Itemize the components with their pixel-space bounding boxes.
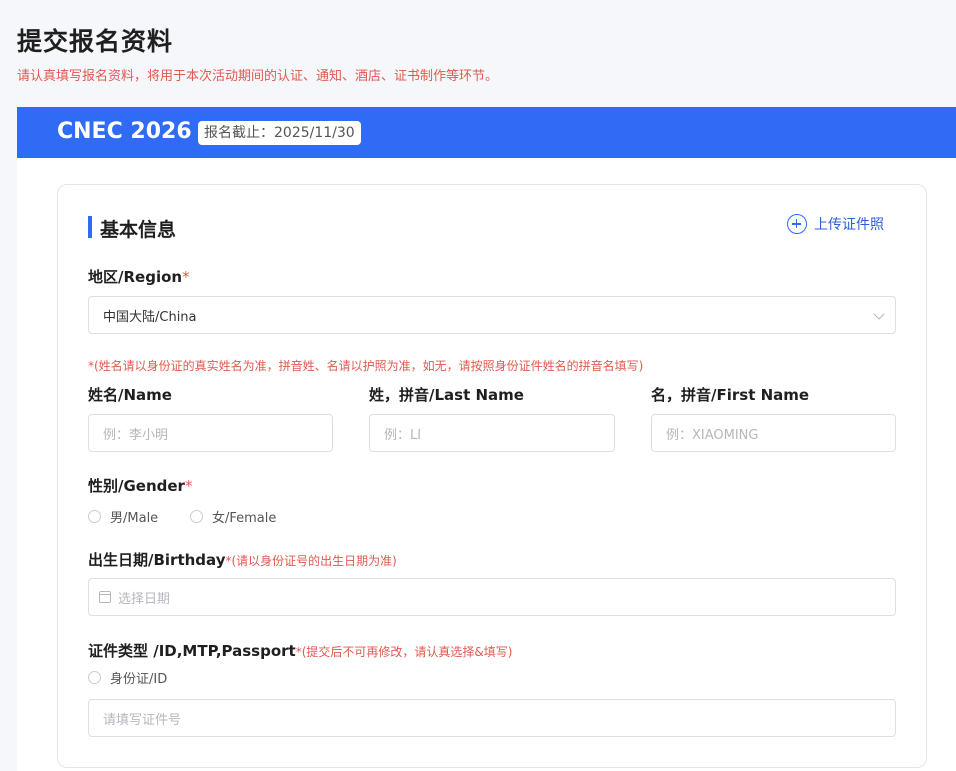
id-type-hint: *(提交后不可再修改，请认真选择&填写): [295, 645, 513, 659]
full-name-input[interactable]: 例：李小明: [88, 414, 333, 452]
birthday-hint: *(请以身份证号的出生日期为准): [225, 554, 397, 568]
id-type-label-text: 证件类型 /ID,MTP,Passport: [88, 642, 296, 660]
region-label-text: 地区/Region: [88, 268, 183, 286]
first-name-label: 名，拼音/First Name: [651, 386, 810, 404]
upload-photo-label: 上传证件照: [814, 217, 884, 233]
region-select[interactable]: 中国大陆/China: [88, 296, 896, 334]
gender-label-text: 性别/Gender: [88, 477, 185, 495]
birthday-date-picker[interactable]: 选择日期: [88, 578, 896, 616]
last-name-label: 姓，拼音/Last Name: [369, 386, 524, 404]
gender-male-radio[interactable]: 男/Male: [88, 507, 158, 526]
region-label: 地区/Region*: [88, 266, 190, 287]
gender-male-label: 男/Male: [110, 511, 159, 526]
deadline-badge: 报名截止：2025/11/30: [198, 121, 361, 145]
radio-circle: [190, 510, 203, 523]
id-type-id-radio[interactable]: 身份证/ID: [88, 668, 167, 687]
name-note: *(姓名请以身份证的真实姓名为准，拼音姓、名请以护照为准，如无，请按照身份证件姓…: [88, 359, 644, 373]
region-select-value: 中国大陆/China: [103, 309, 197, 325]
event-name: CNEC 2026: [57, 119, 192, 144]
last-name-input[interactable]: 例：LI: [369, 414, 615, 452]
id-type-id-label: 身份证/ID: [110, 672, 168, 687]
page-subtitle: 请认真填写报名资料，将用于本次活动期间的认证、通知、酒店、证书制作等环节。: [17, 69, 499, 84]
birthday-label: 出生日期/Birthday*(请以身份证号的出生日期为准): [88, 549, 397, 570]
section-accent-bar: [88, 216, 92, 238]
required-mark: *: [184, 477, 193, 495]
gender-female-label: 女/Female: [212, 511, 277, 526]
page-title: 提交报名资料: [17, 27, 174, 56]
radio-circle: [88, 510, 101, 523]
gender-label: 性别/Gender*: [88, 475, 192, 496]
first-name-input[interactable]: 例：XIAOMING: [651, 414, 896, 452]
required-mark: *: [182, 268, 190, 286]
radio-circle: [88, 671, 101, 684]
birthday-placeholder: 选择日期: [118, 591, 171, 607]
full-name-label: 姓名/Name: [88, 386, 172, 404]
birthday-label-text: 出生日期/Birthday: [88, 551, 226, 569]
plus-circle-icon: [787, 214, 807, 234]
section-title: 基本信息: [100, 219, 177, 241]
id-number-input[interactable]: 请填写证件号: [88, 699, 896, 737]
event-banner: CNEC 2026 报名截止：2025/11/30: [17, 107, 956, 158]
id-type-label: 证件类型 /ID,MTP,Passport*(提交后不可再修改，请认真选择&填写…: [88, 640, 512, 661]
upload-photo-button[interactable]: 上传证件照: [787, 213, 884, 235]
calendar-icon: [99, 591, 111, 603]
chevron-down-icon: [873, 308, 885, 320]
gender-female-radio[interactable]: 女/Female: [190, 507, 276, 526]
